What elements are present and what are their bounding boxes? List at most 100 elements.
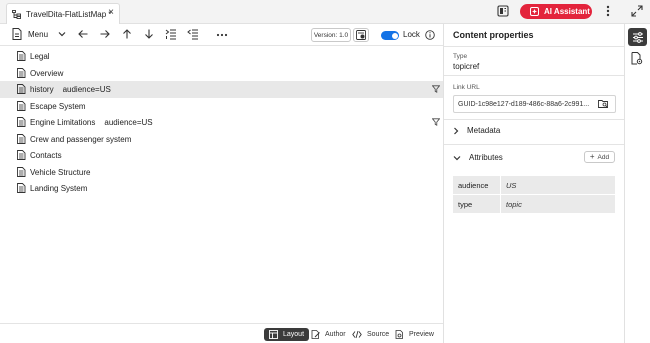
sliders-icon	[632, 31, 644, 43]
topic-title-text: Engine Limitations	[30, 118, 96, 127]
menu-button[interactable]: Menu	[12, 28, 66, 40]
ai-assistant-label: AI Assistant	[544, 7, 590, 16]
filter-icon[interactable]	[432, 85, 440, 93]
outdent-icon[interactable]	[187, 28, 199, 40]
attributes-section-header[interactable]: Attributes	[453, 153, 503, 162]
rail-divider	[624, 24, 625, 343]
more-options-icon[interactable]	[606, 5, 610, 17]
document-tab-title: TravelDita-FlatListMap *	[26, 9, 112, 19]
author-icon	[311, 330, 320, 339]
chevron-right-icon	[453, 127, 459, 135]
source-view-button[interactable]: Source	[347, 328, 394, 341]
topic-title-text: Contacts	[30, 151, 62, 160]
preview-icon	[395, 330, 404, 339]
topic-row[interactable]: Contacts	[0, 147, 443, 164]
properties-rail-button[interactable]	[628, 28, 647, 46]
topic-row[interactable]: Landing System	[0, 180, 443, 197]
arrow-up-icon[interactable]	[121, 28, 133, 40]
topic-document-icon	[17, 133, 26, 144]
add-attribute-button[interactable]: + Add	[584, 151, 615, 163]
topic-list: Legal Overview history audience=US Escape Sy…	[0, 48, 443, 197]
source-view-label: Source	[367, 331, 390, 338]
topic-row[interactable]: Overview	[0, 65, 443, 82]
plus-icon: +	[589, 152, 595, 161]
topic-document-icon	[17, 100, 26, 111]
lock-label: Lock	[403, 30, 420, 39]
preview-view-button[interactable]: Preview	[390, 328, 439, 341]
topic-title-text: Crew and passenger system	[30, 134, 132, 144]
attributes-table: audience US type topic	[453, 176, 615, 214]
lock-toggle[interactable]	[381, 31, 399, 40]
topic-document-icon	[17, 84, 26, 94]
filter-icon[interactable]	[432, 118, 440, 126]
topic-title: Crew and passenger system	[30, 135, 131, 144]
divider	[444, 46, 624, 47]
layout-icon	[269, 330, 278, 339]
topic-title: Legal	[30, 52, 50, 61]
topic-title-text: history	[30, 85, 54, 94]
topic-title-text: Legal	[30, 52, 50, 61]
topic-row[interactable]: Vehicle Structure	[0, 164, 443, 181]
arrow-down-icon[interactable]	[143, 28, 155, 40]
fullscreen-icon[interactable]	[631, 5, 643, 17]
version-history-icon	[356, 30, 366, 40]
metadata-label: Metadata	[467, 126, 501, 135]
link-url-field[interactable]: GUID-1c98e127-d189-486c-88a6-2c991...	[453, 95, 616, 113]
topic-title: Landing System	[30, 184, 87, 193]
topic-title: Contacts	[30, 151, 62, 160]
arrow-right-icon[interactable]	[99, 28, 111, 40]
content-properties-panel: Content properties Type topicref Link UR…	[444, 24, 624, 343]
topic-title: Engine Limitations audience=US	[30, 118, 153, 127]
attributes-label: Attributes	[469, 153, 503, 162]
topic-row[interactable]: Engine Limitations audience=US	[0, 114, 443, 131]
type-value: topicref	[453, 62, 480, 71]
topic-document-icon	[17, 166, 26, 177]
version-selector[interactable]: Version: 1.0	[311, 28, 351, 42]
menu-label: Menu	[28, 29, 49, 39]
topic-row[interactable]: Legal	[0, 48, 443, 65]
divider	[444, 119, 624, 120]
metadata-section-header[interactable]: Metadata	[453, 126, 500, 135]
attribute-row[interactable]: type topic	[453, 195, 615, 214]
arrow-left-icon[interactable]	[77, 28, 89, 40]
attribute-key: type	[453, 195, 501, 213]
topic-title: Escape System	[30, 102, 86, 111]
attribute-value: topic	[506, 199, 522, 209]
topic-row[interactable]: Escape System	[0, 98, 443, 115]
link-url-value: GUID-1c98e127-d189-486c-88a6-2c991...	[458, 100, 590, 108]
preview-view-label: Preview	[409, 331, 434, 338]
topic-row[interactable]: Crew and passenger system	[0, 131, 443, 148]
version-history-button[interactable]	[353, 28, 369, 42]
topic-document-icon	[17, 67, 26, 78]
author-view-button[interactable]: Author	[306, 328, 351, 341]
type-label: Type	[453, 53, 468, 60]
topic-title-text: Escape System	[30, 101, 86, 111]
author-view-label: Author	[325, 331, 346, 338]
topic-title: Vehicle Structure	[30, 168, 90, 177]
more-horizontal-icon[interactable]	[216, 29, 228, 41]
editor-toolbar: Menu Version: 1.0 Lock	[0, 24, 443, 46]
split-view-icon[interactable]	[497, 5, 509, 17]
layout-view-label: Layout	[283, 331, 305, 338]
info-icon[interactable]	[425, 30, 435, 40]
document-settings-icon[interactable]	[631, 52, 643, 65]
view-switcher: Layout Author Source Preview	[0, 323, 443, 343]
code-icon	[352, 330, 362, 339]
indent-icon[interactable]	[165, 28, 177, 40]
topic-title-text: Overview	[30, 68, 64, 78]
close-icon[interactable]: ×	[108, 8, 114, 18]
topic-title-text: Vehicle Structure	[30, 167, 91, 177]
topic-title: history audience=US	[30, 85, 111, 94]
topic-row[interactable]: history audience=US	[0, 81, 443, 98]
ai-assistant-button[interactable]: AI Assistant	[520, 4, 592, 19]
link-url-label: Link URL	[453, 84, 480, 91]
topic-document-icon	[17, 183, 26, 193]
layout-view-button[interactable]: Layout	[264, 328, 310, 341]
topic-title: Overview	[30, 69, 63, 78]
attribute-row[interactable]: audience US	[453, 176, 615, 195]
topic-title-text: Landing System	[30, 184, 88, 193]
chevron-down-icon	[58, 31, 66, 37]
document-tab[interactable]: TravelDita-FlatListMap * ×	[6, 3, 120, 24]
document-icon	[12, 28, 22, 40]
browse-file-icon[interactable]	[598, 99, 609, 109]
